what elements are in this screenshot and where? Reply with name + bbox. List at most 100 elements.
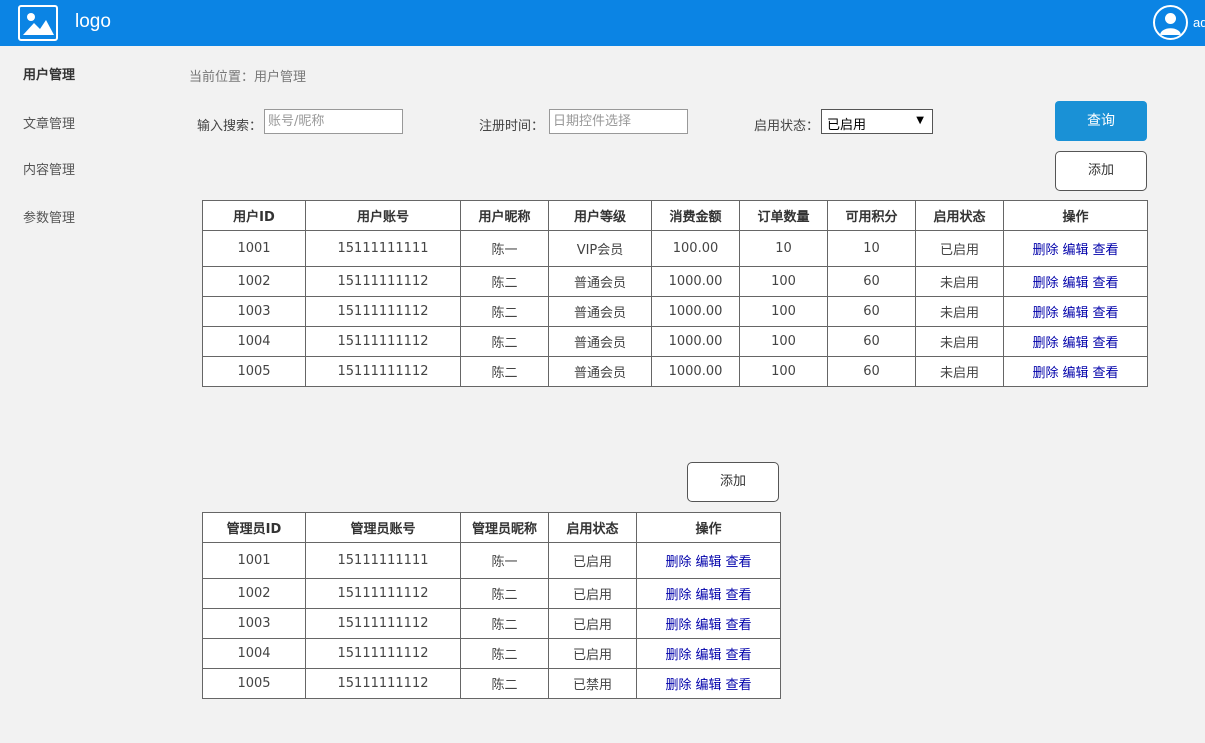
- cell-amount: 1000.00: [651, 266, 740, 297]
- cell-id: 1003: [202, 296, 306, 327]
- delete-link[interactable]: 删除: [1032, 366, 1058, 381]
- column-header: 操作: [636, 512, 781, 543]
- delete-link[interactable]: 删除: [1032, 336, 1058, 351]
- register-date-input[interactable]: [549, 109, 688, 134]
- column-header: 启用状态: [915, 200, 1004, 231]
- cell-account: 15111111112: [305, 326, 461, 357]
- add-admin-button[interactable]: 添加: [687, 462, 779, 502]
- cell-account: 15111111111: [305, 230, 461, 267]
- view-link[interactable]: 查看: [1093, 366, 1119, 381]
- cell-status: 未启用: [915, 356, 1004, 387]
- status-select[interactable]: 已启用 ▼: [821, 109, 933, 134]
- actions-cell: 删除 编辑 查看: [636, 668, 781, 699]
- delete-link[interactable]: 删除: [1032, 243, 1058, 258]
- cell-nickname: 陈二: [460, 608, 549, 639]
- view-link[interactable]: 查看: [1093, 243, 1119, 258]
- dropdown-arrow-icon: ▼: [916, 115, 924, 126]
- cell-id: 1005: [202, 668, 306, 699]
- cell-nickname: 陈二: [460, 326, 549, 357]
- edit-link[interactable]: 编辑: [1062, 276, 1088, 291]
- cell-amount: 1000.00: [651, 356, 740, 387]
- cell-orders: 100: [739, 326, 828, 357]
- logo-image-icon: [18, 5, 58, 41]
- edit-link[interactable]: 编辑: [695, 555, 721, 570]
- table-row: 1005 15111111112 陈二 普通会员 1000.00 100 60 未启用 删除 编辑…: [202, 356, 1148, 387]
- column-header: 用户ID: [202, 200, 306, 231]
- cell-account: 15111111112: [305, 668, 461, 699]
- sidebar-item-content-management[interactable]: 内容管理: [23, 159, 75, 178]
- table-row: 1001 15111111111 陈一 已启用 删除 编辑 查看: [202, 542, 781, 579]
- edit-link[interactable]: 编辑: [695, 678, 721, 693]
- cell-status: 已启用: [548, 608, 637, 639]
- edit-link[interactable]: 编辑: [1062, 336, 1088, 351]
- cell-status: 未启用: [915, 266, 1004, 297]
- top-bar: logo admin: [0, 0, 1205, 46]
- column-header: 管理员账号: [305, 512, 461, 543]
- column-header: 管理员ID: [202, 512, 306, 543]
- actions-cell: 删除 编辑 查看: [636, 578, 781, 609]
- cell-nickname: 陈二: [460, 266, 549, 297]
- cell-points: 60: [827, 356, 916, 387]
- delete-link[interactable]: 删除: [1032, 276, 1058, 291]
- add-user-button[interactable]: 添加: [1055, 151, 1147, 191]
- edit-link[interactable]: 编辑: [1062, 306, 1088, 321]
- delete-link[interactable]: 删除: [665, 678, 691, 693]
- view-link[interactable]: 查看: [726, 588, 752, 603]
- column-header: 启用状态: [548, 512, 637, 543]
- delete-link[interactable]: 删除: [665, 618, 691, 633]
- status-filter-label: 启用状态：: [754, 119, 820, 134]
- edit-link[interactable]: 编辑: [695, 648, 721, 663]
- column-header: 管理员昵称: [460, 512, 549, 543]
- user-avatar-icon[interactable]: [1153, 5, 1188, 40]
- delete-link[interactable]: 删除: [665, 555, 691, 570]
- table-row: 1004 15111111112 陈二 已启用 删除 编辑 查看: [202, 638, 781, 669]
- view-link[interactable]: 查看: [1093, 276, 1119, 291]
- cell-nickname: 陈二: [460, 356, 549, 387]
- cell-points: 10: [827, 230, 916, 267]
- column-header: 用户昵称: [460, 200, 549, 231]
- cell-status: 已禁用: [548, 668, 637, 699]
- view-link[interactable]: 查看: [726, 678, 752, 693]
- view-link[interactable]: 查看: [1093, 306, 1119, 321]
- cell-status: 未启用: [915, 296, 1004, 327]
- cell-points: 60: [827, 296, 916, 327]
- view-link[interactable]: 查看: [726, 555, 752, 570]
- sidebar-item-parameter-management[interactable]: 参数管理: [23, 207, 75, 226]
- table-row: 1002 15111111112 陈二 普通会员 1000.00 100 60 未启用 删除 编辑…: [202, 266, 1148, 297]
- actions-cell: 删除 编辑 查看: [636, 638, 781, 669]
- cell-account: 15111111112: [305, 608, 461, 639]
- cell-nickname: 陈二: [460, 638, 549, 669]
- cell-account: 15111111112: [305, 356, 461, 387]
- cell-status: 已启用: [548, 578, 637, 609]
- cell-status: 已启用: [548, 542, 637, 579]
- cell-level: 普通会员: [548, 356, 652, 387]
- admin-name[interactable]: admin: [1193, 15, 1205, 30]
- view-link[interactable]: 查看: [726, 618, 752, 633]
- column-header: 可用积分: [827, 200, 916, 231]
- cell-id: 1002: [202, 578, 306, 609]
- search-input[interactable]: [264, 109, 403, 134]
- actions-cell: 删除 编辑 查看: [636, 608, 781, 639]
- cell-level: 普通会员: [548, 296, 652, 327]
- cell-nickname: 陈一: [460, 230, 549, 267]
- cell-level: 普通会员: [548, 266, 652, 297]
- delete-link[interactable]: 删除: [665, 588, 691, 603]
- delete-link[interactable]: 删除: [665, 648, 691, 663]
- cell-amount: 100.00: [651, 230, 740, 267]
- cell-points: 60: [827, 266, 916, 297]
- edit-link[interactable]: 编辑: [695, 588, 721, 603]
- view-link[interactable]: 查看: [726, 648, 752, 663]
- sidebar-item-user-management[interactable]: 用户管理: [23, 64, 75, 83]
- edit-link[interactable]: 编辑: [1062, 366, 1088, 381]
- logo-text: logo: [75, 11, 111, 32]
- view-link[interactable]: 查看: [1093, 336, 1119, 351]
- cell-nickname: 陈二: [460, 296, 549, 327]
- delete-link[interactable]: 删除: [1032, 306, 1058, 321]
- cell-status: 已启用: [915, 230, 1004, 267]
- edit-link[interactable]: 编辑: [1062, 243, 1088, 258]
- query-button[interactable]: 查询: [1055, 101, 1147, 141]
- cell-id: 1004: [202, 638, 306, 669]
- cell-level: 普通会员: [548, 326, 652, 357]
- sidebar-item-article-management[interactable]: 文章管理: [23, 113, 75, 132]
- edit-link[interactable]: 编辑: [695, 618, 721, 633]
